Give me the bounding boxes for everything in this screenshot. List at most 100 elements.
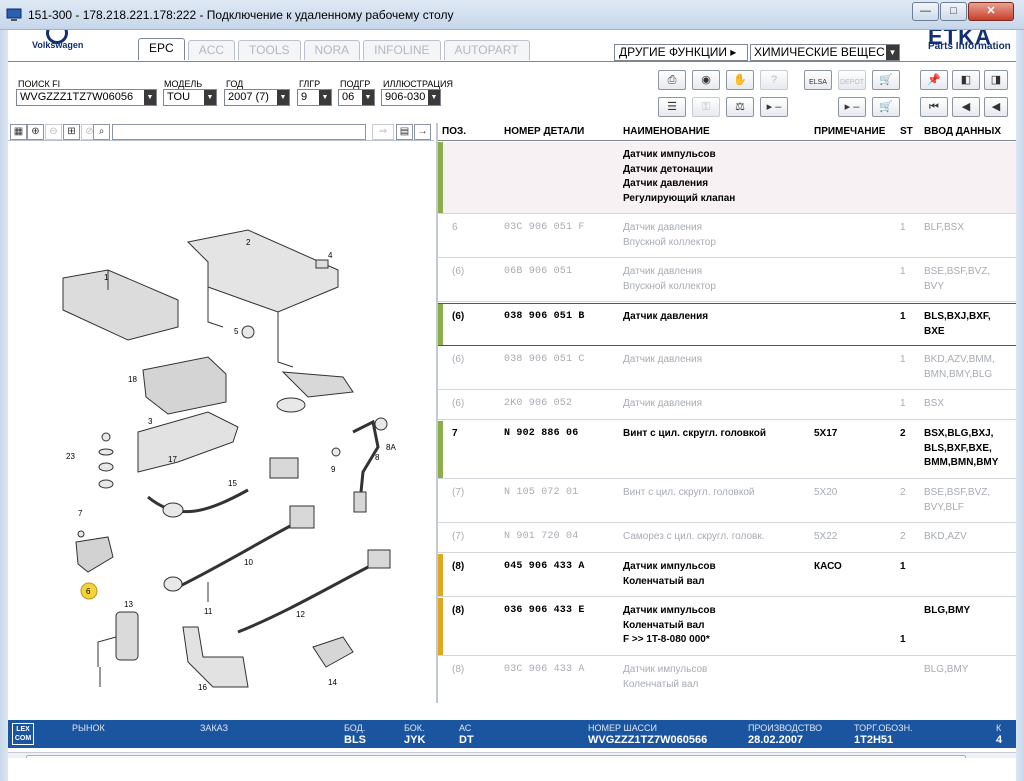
scrollbar-thumb[interactable] [26, 755, 966, 758]
col-st[interactable]: ST [900, 126, 913, 137]
cell-name: Датчик импульсов [623, 605, 716, 616]
link-icon[interactable]: ⇒ [372, 124, 394, 140]
cell-data-entry: BSX,BLG,BXJ, [924, 428, 994, 439]
table-header: ПОЗ. НОМЕР ДЕТАЛИ НАИМЕНОВАНИЕ ПРИМЕЧАНИ… [438, 123, 1016, 141]
sub-group-select[interactable]: 06 ▼ [338, 89, 375, 106]
callout-8a: 8A [386, 443, 396, 452]
tab-infoline[interactable]: INFOLINE [363, 40, 441, 60]
callout-2: 2 [246, 238, 251, 247]
chemicals-select[interactable]: ХИМИЧЕСКИЕ ВЕЩЕС ▼ [750, 44, 900, 61]
window-frame-right [1016, 30, 1024, 781]
table-row[interactable]: (6) 06B 906 051 Датчик давления Впускной ко… [438, 259, 1016, 302]
app-tabs: EPC ACC TOOLS NORA INFOLINE AUTOPART [138, 38, 533, 62]
disc-icon[interactable]: ◉ [692, 70, 720, 90]
callout-17: 17 [168, 455, 177, 464]
tab-divider [8, 61, 1016, 62]
print-icon[interactable]: ⎙ [658, 70, 686, 90]
col-part-number[interactable]: НОМЕР ДЕТАЛИ [504, 126, 584, 137]
main-group-select[interactable]: 9 ▼ [297, 89, 332, 106]
help-icon[interactable]: ? [760, 70, 788, 90]
cell-st: 2 [900, 487, 906, 498]
trade-label: ТОРГ.ОБОЗН. [854, 723, 913, 733]
pin-icon[interactable]: 📌 [920, 70, 948, 90]
illustration-select[interactable]: 906-030 ▼ [381, 89, 441, 106]
table-row[interactable]: (7) N 105 072 01 Винт с цил. скругл. голов… [438, 480, 1016, 523]
magnifier-icon[interactable]: ⌕ [93, 124, 110, 140]
back-icon[interactable]: ◀ [984, 97, 1008, 117]
col-note[interactable]: ПРИМЕЧАНИЕ [814, 126, 885, 137]
table-row[interactable]: (6) 2K0 906 052 Датчик давления 1 BSX [438, 391, 1016, 420]
ac-value: DT [459, 734, 474, 746]
model-select[interactable]: TOU ▼ [163, 89, 217, 106]
bod-label: БОД. [344, 723, 366, 733]
tab-acc[interactable]: ACC [187, 40, 236, 60]
depot-icon[interactable]: DEPOT [838, 70, 866, 90]
vin-select[interactable]: WVGZZZ1TZ7W06056 ▼ [16, 89, 157, 106]
tab-tools[interactable]: TOOLS [238, 40, 301, 60]
window-titlebar: 151-300 - 178.218.221.178:222 - Подключе… [0, 0, 1024, 30]
cell-name: Коленчатый вал [623, 619, 705, 631]
tab-autopart[interactable]: AUTOPART [443, 40, 530, 60]
table-row[interactable]: (8) 045 906 433 A Датчик импульсов Коленчат… [438, 554, 1016, 597]
cell-name: Датчик импульсов [623, 664, 708, 675]
zoom-area-icon[interactable]: ⊞ [63, 124, 80, 140]
col-pos[interactable]: ПОЗ. [442, 126, 466, 137]
chemicals-select-value: ХИМИЧЕСКИЕ ВЕЩЕС [754, 45, 885, 59]
illustration-search-input[interactable] [112, 124, 366, 140]
chevron-down-icon: ▼ [362, 90, 374, 105]
table-row[interactable]: (7) N 901 720 04 Саморез с цил. скругл. го… [438, 524, 1016, 553]
scroll-right-icon[interactable]: ▶ [1000, 754, 1016, 758]
list-icon[interactable]: ☰ [658, 97, 686, 117]
horizontal-scrollbar[interactable]: ◀ ▶ [8, 752, 1016, 758]
key-icon[interactable]: ⚿ [692, 97, 720, 117]
table-row[interactable]: Датчик импульсов Датчик детонации Датчик д… [438, 142, 1016, 214]
cell-name: Датчик давления [623, 354, 703, 365]
cell-st: 2 [900, 428, 906, 439]
cell-name: Впускной коллектор [623, 280, 716, 292]
table-row[interactable]: 6 03C 906 051 F Датчик давления Впускной ко… [438, 215, 1016, 258]
scroll-left-icon[interactable]: ◀ [8, 754, 24, 758]
minimize-button[interactable]: — [912, 2, 939, 21]
first-icon[interactable]: ⏮ [920, 97, 948, 117]
cell-pos: (6) [452, 354, 465, 365]
table-row[interactable]: (8) 03C 906 433 A Датчик импульсов Коленчат… [438, 657, 1016, 693]
ac-label: АС [459, 723, 472, 733]
prev-page-icon[interactable]: ◧ [952, 70, 980, 90]
tab-epc[interactable]: EPC [138, 38, 185, 60]
zoom-in-icon[interactable]: ⊕ [27, 124, 44, 140]
other-functions-button[interactable]: ДРУГИЕ ФУНКЦИИ ▸ [614, 44, 748, 61]
cell-name: Регулирующий клапан [623, 192, 736, 204]
table-row[interactable]: 7 N 902 886 06 Винт с цил. скругл. головко… [438, 421, 1016, 479]
prev-icon[interactable]: ◀ [952, 97, 980, 117]
cell-part-number: 036 906 433 E [504, 605, 585, 616]
scale-icon[interactable]: ⚖ [726, 97, 754, 117]
chassis-value: WVGZZZ1TZ7W060566 [588, 734, 708, 746]
arrow-right-icon[interactable]: → [414, 124, 431, 140]
layout-icon[interactable]: ▤ [396, 124, 413, 140]
part-4 [315, 259, 329, 269]
cell-pos: (7) [452, 487, 465, 498]
table-row[interactable]: (6) 038 906 051 B Датчик давления 1 BLS,BXJ,… [438, 303, 1016, 346]
cart-icon-2[interactable]: 🛒 [872, 97, 900, 117]
elsa-icon[interactable]: ELSA [804, 70, 832, 90]
tab-nora[interactable]: NORA [303, 40, 361, 60]
window-title: 151-300 - 178.218.221.178:222 - Подключе… [28, 8, 454, 22]
cell-part-number: 03C 906 433 A [504, 664, 585, 675]
year-value: 2007 (7) [228, 91, 269, 103]
arrow-minus-icon[interactable]: ▸ – [760, 97, 788, 117]
close-button[interactable]: ✕ [968, 2, 1014, 21]
table-row[interactable]: (8) 036 906 433 E Датчик импульсов Коленчат… [438, 598, 1016, 656]
maximize-button[interactable]: □ [940, 2, 967, 21]
arrow-minus-icon-2[interactable]: ▸ – [838, 97, 866, 117]
col-name[interactable]: НАИМЕНОВАНИЕ [623, 126, 710, 137]
table-row[interactable]: (6) 038 906 051 C Датчик давления 1 BKD,AZV,… [438, 347, 1016, 390]
handshake-icon[interactable]: ✋ [726, 70, 754, 90]
cart-icon[interactable]: 🛒 [872, 70, 900, 90]
parts-table: ПОЗ. НОМЕР ДЕТАЛИ НАИМЕНОВАНИЕ ПРИМЕЧАНИ… [438, 123, 1016, 693]
next-page-icon[interactable]: ◨ [984, 70, 1008, 90]
bok-value: JYK [404, 734, 426, 746]
year-select[interactable]: 2007 (7) ▼ [224, 89, 290, 106]
col-data-entry[interactable]: ВВОД ДАННЫХ [924, 126, 1001, 137]
zoom-fit-icon[interactable]: ▦ [10, 124, 27, 140]
zoom-out-icon[interactable]: ⊖ [45, 124, 62, 140]
